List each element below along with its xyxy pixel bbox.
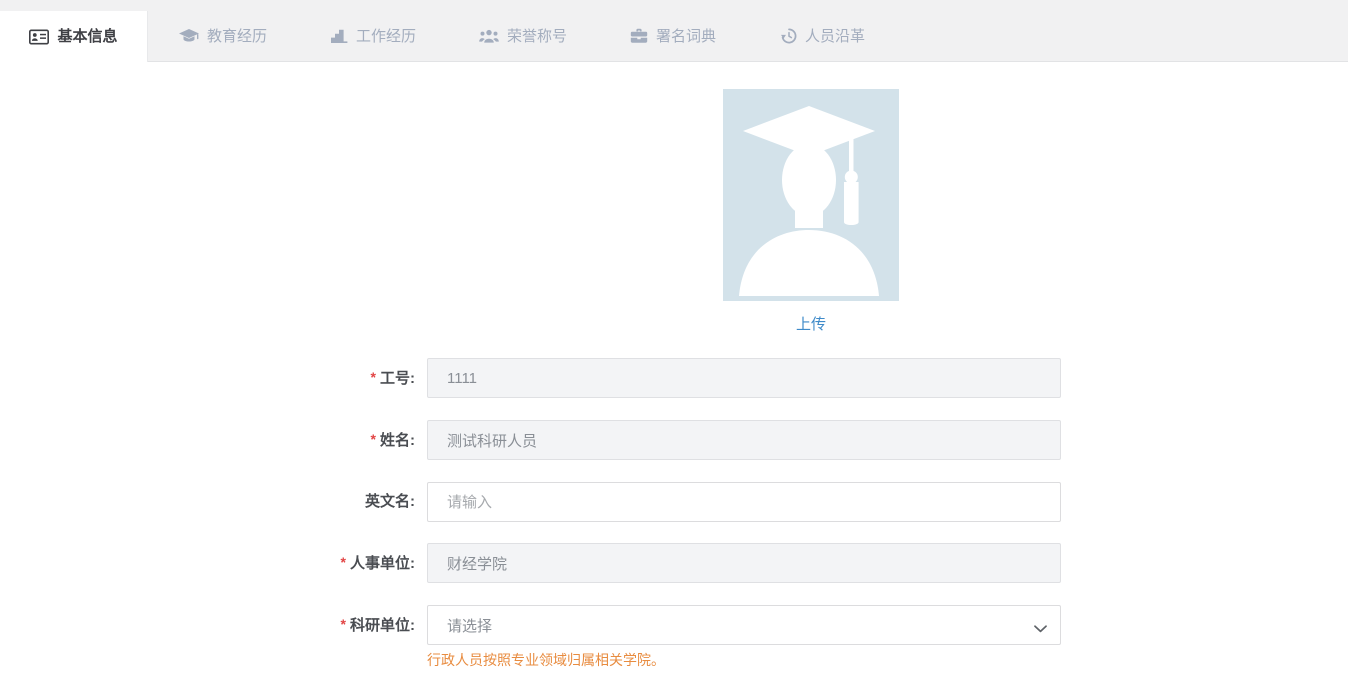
select-value: 请选择 (447, 615, 492, 636)
label-employee-id: *工号: (0, 358, 415, 399)
tab-personnel-history[interactable]: 人员沿革 (748, 11, 898, 61)
photo-section: 上传 (723, 89, 899, 334)
briefcase-icon (630, 28, 648, 44)
chevron-down-icon (1034, 620, 1047, 637)
input-english-name[interactable] (427, 482, 1061, 522)
tab-signature-dictionary[interactable]: 署名词典 (598, 11, 748, 61)
required-asterisk: * (371, 431, 376, 447)
required-asterisk: * (371, 369, 376, 385)
form-row-name: *姓名: (0, 420, 1348, 461)
label-research-unit: *科研单位: (0, 605, 415, 646)
form-row-employee-id: *工号: (0, 358, 1348, 399)
tab-label: 工作经历 (356, 29, 416, 44)
form-row-english-name: 英文名: (0, 482, 1348, 522)
research-unit-hint: 行政人员按照专业领域归属相关学院。 (427, 651, 1061, 669)
tab-honor-title[interactable]: 荣誉称号 (448, 11, 598, 61)
graduation-cap-icon (179, 28, 199, 44)
photo-placeholder (723, 89, 899, 301)
form-row-personnel-unit: *人事单位: (0, 543, 1348, 584)
tab-label: 人员沿革 (805, 29, 865, 44)
tab-education[interactable]: 教育经历 (148, 11, 298, 61)
tab-bar: 基本信息 教育经历 工作经历 (0, 0, 1348, 62)
tab-label: 荣誉称号 (507, 29, 567, 44)
upload-link[interactable]: 上传 (723, 313, 899, 334)
label-name: *姓名: (0, 420, 415, 461)
required-asterisk: * (341, 554, 346, 570)
input-personnel-unit (427, 543, 1061, 583)
graduate-silhouette-icon (723, 89, 899, 301)
form-row-research-unit: *科研单位: 请选择 行政人员按照专业领域归属相关学院。 (0, 605, 1348, 669)
users-icon (479, 29, 499, 44)
tab-basic-info[interactable]: 基本信息 (0, 11, 148, 62)
label-personnel-unit: *人事单位: (0, 543, 415, 584)
tab-label: 基本信息 (57, 29, 117, 44)
required-asterisk: * (341, 616, 346, 632)
tab-work-experience[interactable]: 工作经历 (298, 11, 448, 61)
chart-icon (330, 28, 348, 44)
id-card-icon (29, 29, 49, 45)
tab-label: 署名词典 (656, 29, 716, 44)
basic-info-form: *工号: *姓名: 英文名: *人事单位: *科研单位: (0, 358, 1348, 669)
tab-label: 教育经历 (207, 29, 267, 44)
input-employee-id (427, 358, 1061, 398)
label-english-name: 英文名: (0, 482, 415, 522)
select-research-unit[interactable]: 请选择 (427, 605, 1061, 645)
input-name (427, 420, 1061, 460)
history-icon (781, 28, 797, 44)
